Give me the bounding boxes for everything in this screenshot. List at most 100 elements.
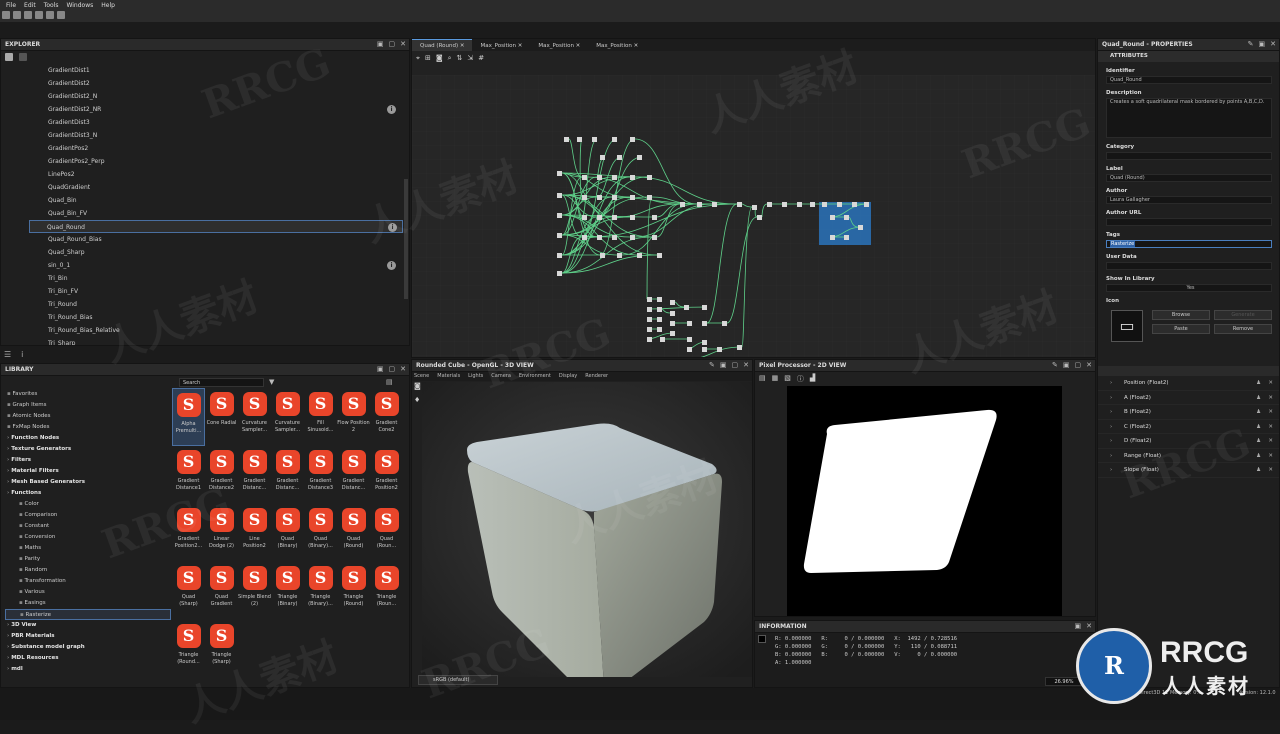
explorer-item[interactable]: GradientDist3 (1, 116, 403, 129)
maximize-icon[interactable]: ▢ (732, 361, 739, 369)
show-in-library-select[interactable]: Yes (1106, 284, 1272, 292)
graph-node[interactable] (680, 202, 685, 207)
view3d-menu-item[interactable]: Lights (468, 373, 483, 379)
library-node[interactable]: S Quad (Roun... (370, 504, 403, 562)
info-icon[interactable]: i (387, 261, 396, 270)
filter-icon[interactable]: ▼ (269, 378, 274, 386)
explorer-item[interactable]: LinePos2 (1, 168, 403, 181)
close-tab-icon[interactable]: ✕ (516, 43, 523, 49)
library-category[interactable]: › Functions (5, 488, 171, 499)
library-category[interactable]: ▪ Color (5, 499, 171, 510)
graph-node[interactable] (647, 337, 652, 342)
channels-icon[interactable]: ▧ (784, 374, 791, 384)
close-icon[interactable]: ✕ (743, 361, 749, 369)
layout-icon[interactable]: ⇅ (457, 54, 463, 63)
tags-field[interactable]: Rasterize (1106, 240, 1272, 248)
graph-node[interactable] (647, 327, 652, 332)
new-graph-icon[interactable] (2, 11, 10, 19)
library-category[interactable]: ▪ Conversion (5, 532, 171, 543)
library-node[interactable]: S Alpha Premulti... (172, 388, 205, 446)
param-visibility-icon[interactable]: ♟ (1256, 463, 1261, 478)
library-category[interactable]: › MDL Resources (5, 653, 171, 664)
graph-node[interactable] (830, 215, 835, 220)
graph-node[interactable] (702, 321, 707, 326)
library-node[interactable]: S Fill Sinusoid... (304, 388, 337, 446)
explorer-scrollbar[interactable] (404, 179, 408, 299)
graph-node[interactable] (822, 202, 827, 207)
author-url-field[interactable] (1106, 218, 1272, 226)
close-tab-icon[interactable]: ✕ (574, 43, 581, 49)
library-node[interactable]: S Gradient Cone2 (370, 388, 403, 446)
generate-button[interactable]: Generate (1214, 310, 1272, 320)
menu-item[interactable]: Edit (20, 0, 40, 11)
graph-node[interactable] (852, 202, 857, 207)
graph-node[interactable] (612, 137, 617, 142)
graph-node[interactable] (630, 195, 635, 200)
library-category[interactable]: ▪ Rasterize (5, 609, 171, 620)
graph-node[interactable] (687, 347, 692, 352)
param-visibility-icon[interactable]: ♟ (1256, 434, 1261, 449)
graph-node[interactable] (717, 357, 722, 358)
library-node[interactable]: S Curvature Sampler... (271, 388, 304, 446)
graph-node[interactable] (702, 340, 707, 345)
library-category[interactable]: ▪ Maths (5, 543, 171, 554)
graph-node[interactable] (657, 297, 662, 302)
tile-icon[interactable]: ▦ (772, 374, 779, 384)
graph-node[interactable] (722, 321, 727, 326)
library-category[interactable]: ▪ Easings (5, 598, 171, 609)
info-icon[interactable]: i (387, 105, 396, 114)
library-category[interactable]: ▪ Random (5, 565, 171, 576)
author-field[interactable]: Laura Gallagher (1106, 196, 1272, 204)
library-category[interactable]: › Mesh Based Generators (5, 477, 171, 488)
graph-node[interactable] (597, 195, 602, 200)
expand-icon[interactable]: › (1110, 434, 1112, 449)
graph-node[interactable] (670, 311, 675, 316)
pin-icon[interactable]: ✎ (1052, 361, 1058, 369)
graph-node[interactable] (647, 195, 652, 200)
library-node[interactable]: S Curvature Sampler... (238, 388, 271, 446)
histogram-icon[interactable]: ▟ (810, 374, 815, 384)
library-node[interactable]: S Triangle (Roun... (370, 562, 403, 620)
explorer-item[interactable]: sin_0_1 i (1, 259, 403, 272)
new-file-icon[interactable] (5, 53, 13, 61)
library-category[interactable]: ▪ Graph Items (5, 400, 171, 411)
explorer-item[interactable]: Tri_Round_Bias_Relative (1, 324, 403, 337)
float-icon[interactable]: ▣ (720, 361, 727, 369)
description-field[interactable]: Creates a soft quadrilateral mask border… (1106, 98, 1272, 138)
graph-node[interactable] (582, 195, 587, 200)
library-category[interactable]: ▪ Constant (5, 521, 171, 532)
browse-button[interactable]: Browse (1152, 310, 1210, 320)
graph-node[interactable] (592, 137, 597, 142)
list-view-icon[interactable]: ▤ (386, 378, 393, 386)
label-field[interactable]: Quad (Round) (1106, 174, 1272, 182)
graph-node[interactable] (557, 271, 562, 276)
save-all-icon[interactable] (35, 11, 43, 19)
delete-param-icon[interactable]: ✕ (1268, 376, 1273, 391)
graph-node[interactable] (612, 235, 617, 240)
library-category[interactable]: ▪ Transformation (5, 576, 171, 587)
view3d-menu-item[interactable]: Camera (491, 373, 511, 379)
close-icon[interactable]: ✕ (400, 365, 406, 373)
align-icon[interactable]: ⇲ (467, 54, 473, 63)
category-field[interactable] (1106, 152, 1272, 160)
info-icon[interactable]: i (21, 350, 23, 359)
graph-node[interactable] (670, 331, 675, 336)
graph-node[interactable] (830, 235, 835, 240)
graph-node[interactable] (630, 137, 635, 142)
menu-item[interactable]: Tools (40, 0, 63, 11)
library-node[interactable]: S Quad (Binary)... (304, 504, 337, 562)
library-node[interactable]: S Triangle (Round... (172, 620, 205, 678)
expand-icon[interactable]: › (1110, 391, 1112, 406)
graph-node[interactable] (597, 215, 602, 220)
graph-node[interactable] (582, 215, 587, 220)
explorer-item[interactable]: GradientPos2_Perp (1, 155, 403, 168)
graph-node[interactable] (712, 202, 717, 207)
explorer-item[interactable]: GradientDist2 (1, 77, 403, 90)
library-node[interactable]: S Gradient Distanc... (238, 446, 271, 504)
parameter-row[interactable]: › Range (Float) ♟ ✕ (1098, 449, 1279, 463)
graph-node[interactable] (647, 297, 652, 302)
library-node[interactable]: S Quad (Sharp) (172, 562, 205, 620)
info-toggle-icon[interactable]: ⓘ (797, 374, 804, 384)
parameter-row[interactable]: › Slope (Float) ♟ ✕ (1098, 463, 1279, 478)
explorer-item[interactable]: Tri_Round_Bias (1, 311, 403, 324)
